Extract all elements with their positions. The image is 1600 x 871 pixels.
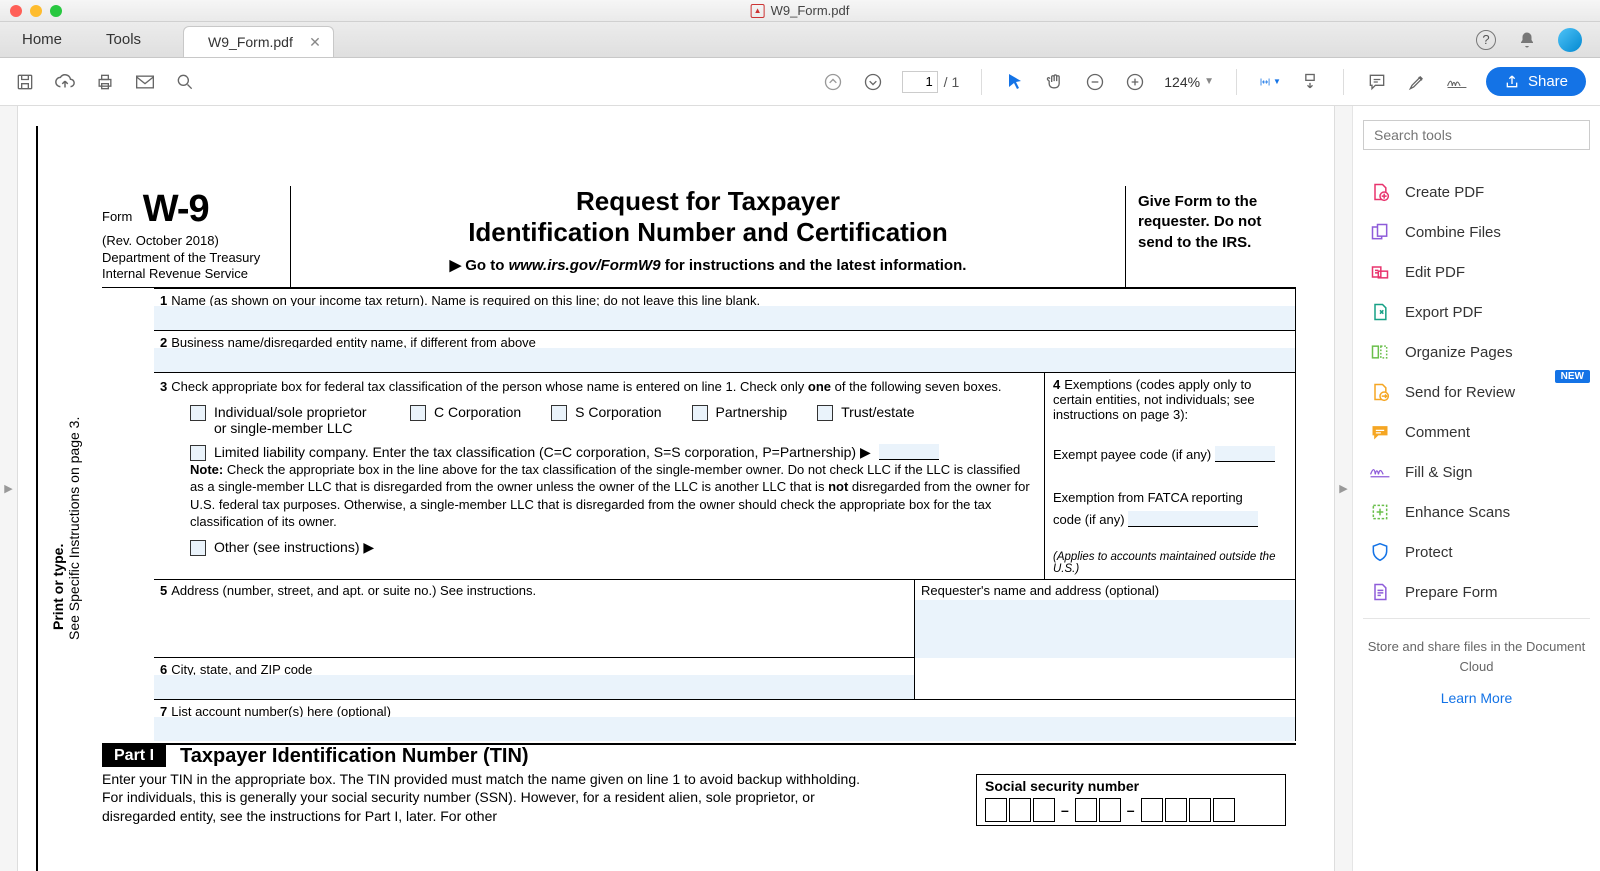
tools-tab[interactable]: Tools [84,22,163,57]
form-header: Form W-9 (Rev. October 2018) Department … [102,186,1296,288]
tool-combine-files[interactable]: Combine Files [1363,212,1590,252]
tool-export-pdf[interactable]: Export PDF [1363,292,1590,332]
signature-icon[interactable] [1446,71,1468,93]
scroll-mode-icon[interactable] [1299,71,1321,93]
tool-create-pdf[interactable]: Create PDF [1363,172,1590,212]
help-icon[interactable]: ? [1476,30,1496,50]
pdf-file-icon: ▲ [751,4,765,18]
print-icon[interactable] [94,71,116,93]
tool-edit-pdf[interactable]: Edit PDF [1363,252,1590,292]
tool-prepare-form[interactable]: Prepare Form [1363,572,1590,612]
form-line-7: 7List account number(s) here (optional) [154,699,1295,741]
new-badge: NEW [1555,370,1590,383]
notifications-icon[interactable] [1518,31,1536,49]
close-tab-icon[interactable]: ✕ [309,34,321,51]
document-viewport[interactable]: Print or type. See Specific Instructions… [18,106,1334,871]
window-title-bar: ▲ W9_Form.pdf [0,0,1600,22]
vert-print-or-type: Print or type. [50,370,66,630]
home-tab[interactable]: Home [0,22,84,57]
traffic-lights [10,5,62,17]
checkbox-individual[interactable]: Individual/sole proprietor or single-mem… [190,404,380,436]
window-title: ▲ W9_Form.pdf [751,3,850,18]
highlight-icon[interactable] [1406,71,1428,93]
checkbox-other[interactable]: Other (see instructions) ▶ [160,535,1038,560]
form-line-3: 3Check appropriate box for federal tax c… [154,373,1045,579]
page-indicator: / 1 [902,71,960,93]
vert-see-instructions: See Specific Instructions on page 3. [66,280,82,640]
checkbox-c-corp[interactable]: C Corporation [410,404,521,436]
tabs-row: Home Tools W9_Form.pdf ✕ ? [0,22,1600,58]
minimize-window-button[interactable] [30,5,42,17]
zoom-out-icon[interactable] [1084,71,1106,93]
left-panel-toggle[interactable]: ▶ [0,106,18,871]
fit-width-icon[interactable]: ▼ [1259,71,1281,93]
form-line-1: 1Name (as shown on your income tax retur… [154,288,1295,330]
account-avatar[interactable] [1558,28,1582,52]
selection-tool-icon[interactable] [1004,71,1026,93]
page-current-input[interactable] [902,71,938,93]
find-icon[interactable] [174,71,196,93]
share-label: Share [1528,73,1568,90]
learn-more-link[interactable]: Learn More [1363,690,1590,706]
form-line-6: 6City, state, and ZIP code [154,657,915,699]
checkbox-s-corp[interactable]: S Corporation [551,404,661,436]
save-icon[interactable] [14,71,36,93]
tool-organize-pages[interactable]: Organize Pages [1363,332,1590,372]
checkbox-partnership[interactable]: Partnership [692,404,788,436]
zoom-window-button[interactable] [50,5,62,17]
search-tools-input[interactable] [1363,120,1590,150]
requester-address: Requester's name and address (optional) [915,580,1295,658]
page-total-label: / 1 [944,74,960,90]
email-icon[interactable] [134,71,156,93]
document-tab-label: W9_Form.pdf [208,34,293,50]
form-line-5: 5Address (number, street, and apt. or su… [154,580,915,658]
cloud-upload-icon[interactable] [54,71,76,93]
zoom-value[interactable]: 124%▼ [1164,74,1214,90]
close-window-button[interactable] [10,5,22,17]
window-title-text: W9_Form.pdf [771,3,850,18]
document-tab[interactable]: W9_Form.pdf ✕ [183,26,334,57]
form-line-4: 4Exemptions (codes apply only to certain… [1045,373,1295,579]
sticky-note-icon[interactable] [1366,71,1388,93]
checkbox-trust-estate[interactable]: Trust/estate [817,404,914,436]
right-panel-toggle[interactable]: ▶ [1334,106,1352,871]
hand-tool-icon[interactable] [1044,71,1066,93]
part-1-header: Part I Taxpayer Identification Number (T… [102,743,1296,768]
zoom-in-icon[interactable] [1124,71,1146,93]
tin-paragraph: Enter your TIN in the appropriate box. T… [102,768,862,829]
share-button[interactable]: Share [1486,67,1586,96]
main-toolbar: / 1 124%▼ ▼ Share [0,58,1600,106]
tool-comment[interactable]: Comment [1363,412,1590,452]
tool-send-for-review[interactable]: Send for ReviewNEW [1363,372,1590,412]
form-line-2: 2Business name/disregarded entity name, … [154,330,1295,372]
tool-enhance-scans[interactable]: Enhance Scans [1363,492,1590,532]
ssn-box: Social security number – – [976,774,1286,826]
tools-panel: Create PDF Combine Files Edit PDF Export… [1352,106,1600,871]
cloud-message: Store and share files in the Document Cl… [1363,637,1590,676]
page-down-icon[interactable] [862,71,884,93]
tool-fill-sign[interactable]: Fill & Sign [1363,452,1590,492]
tool-protect[interactable]: Protect [1363,532,1590,572]
checkbox-llc[interactable]: Limited liability company. Enter the tax… [160,438,1038,461]
page-up-icon[interactable] [822,71,844,93]
